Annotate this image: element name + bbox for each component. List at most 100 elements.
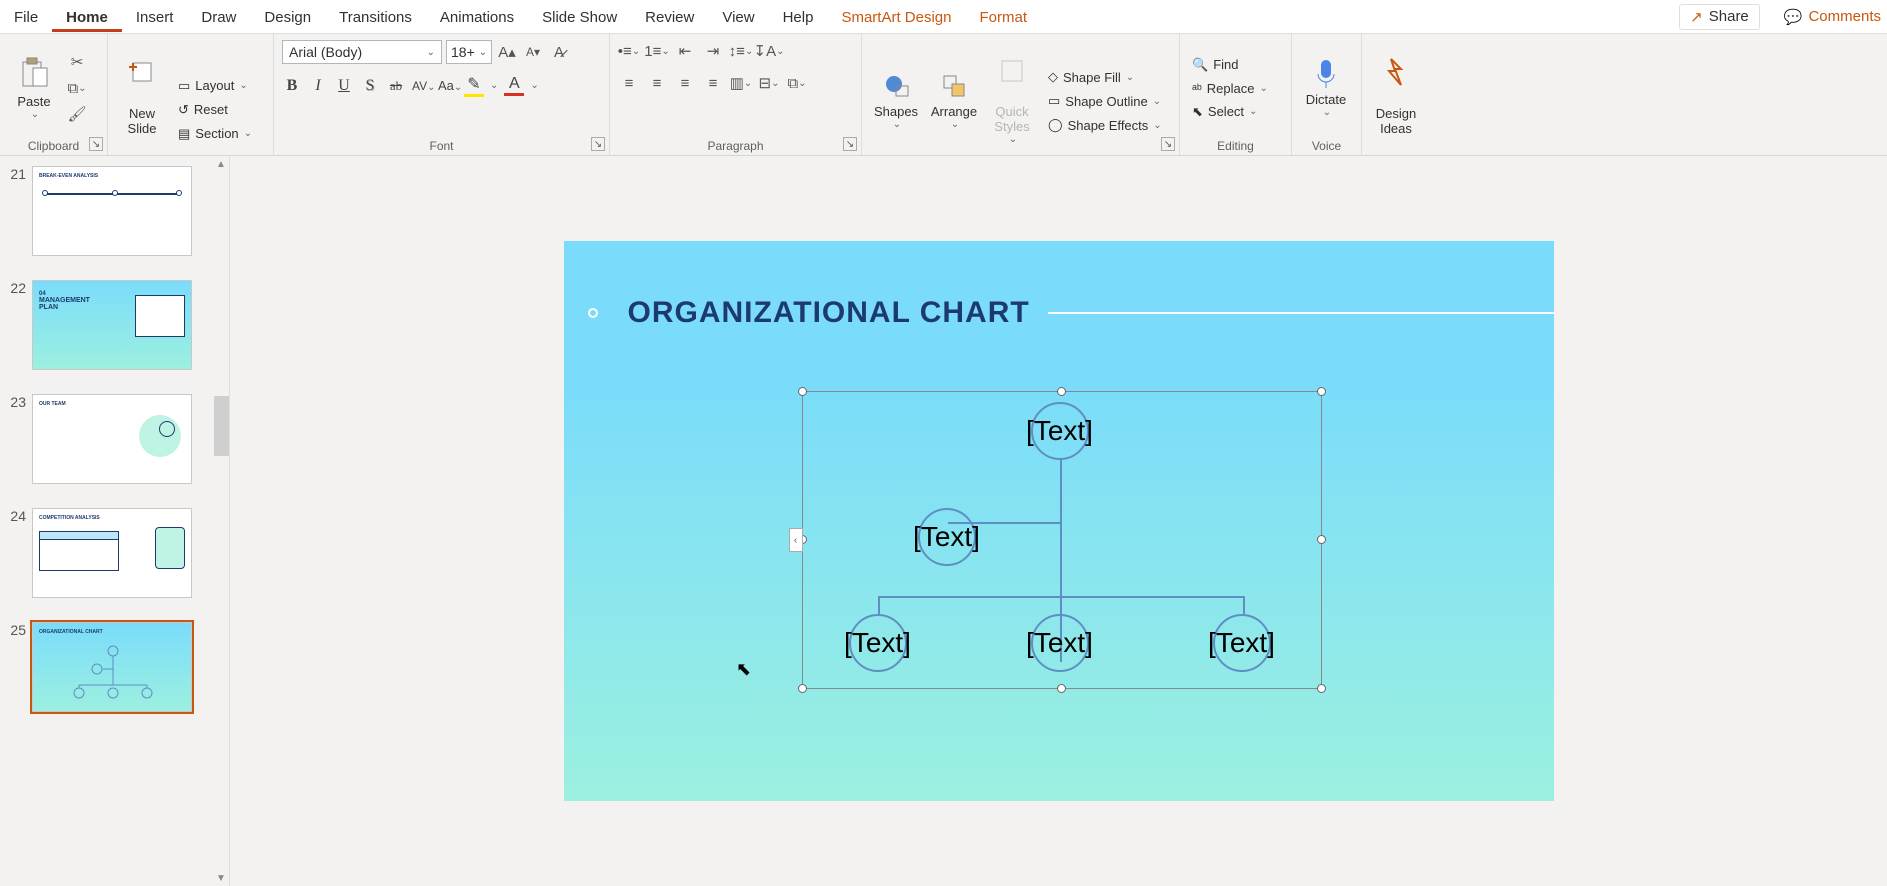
layout-button[interactable]: ▭Layout⌄ [174,76,256,96]
find-button[interactable]: 🔍Find [1188,55,1272,75]
paste-dropdown-icon[interactable]: ⌄ [10,109,60,120]
decrease-font-button[interactable]: A▾ [522,41,544,63]
increase-font-button[interactable]: A▴ [496,41,518,63]
highlight-color-button[interactable]: ✎ [464,74,484,97]
scroll-thumb[interactable] [214,396,229,456]
tab-insert[interactable]: Insert [122,2,188,32]
tab-bar: File Home Insert Draw Design Transitions… [0,0,1887,34]
increase-indent-button[interactable]: ⇥ [702,40,724,62]
arrange-button[interactable]: Arrange⌄ [928,70,980,132]
node-text[interactable]: [Text] [913,521,980,553]
text-direction-button[interactable]: ↧A⌄ [758,40,780,62]
bullets-button[interactable]: •≡⌄ [618,40,640,62]
thumbnail-23[interactable]: 23 OUR TEAM [4,394,229,484]
replace-button[interactable]: ᵃᵇReplace⌄ [1188,79,1272,98]
dictate-button[interactable]: Dictate⌄ [1300,56,1352,120]
reset-button[interactable]: ↺Reset [174,100,256,120]
tab-home[interactable]: Home [52,2,122,32]
char-spacing-button[interactable]: AV⌄ [412,77,432,95]
org-chart[interactable]: [Text] [Text] [Text] [Text] [Text] [803,392,1321,688]
columns-button[interactable]: ▥⌄ [730,72,752,94]
org-node-assistant[interactable]: [Text] [918,508,976,566]
align-center-button[interactable]: ≡ [646,72,668,94]
smartart-selection[interactable]: ‹ [Text] [Text] [Text] [Text] [Text] [802,391,1322,689]
bold-button[interactable]: B [282,77,302,95]
align-right-button[interactable]: ≡ [674,72,696,94]
align-text-button[interactable]: ⊟⌄ [758,72,780,94]
line-spacing-button[interactable]: ↕≡⌄ [730,40,752,62]
tab-animations[interactable]: Animations [426,2,528,32]
org-node-root[interactable]: [Text] [1031,402,1089,460]
thumbnail-22[interactable]: 22 04 MANAGEMENT PLAN [4,280,229,370]
node-text[interactable]: [Text] [1026,415,1093,447]
justify-button[interactable]: ≡ [702,72,724,94]
org-node-child-3[interactable]: [Text] [1213,614,1271,672]
shape-effects-button[interactable]: ◯Shape Effects⌄ [1044,115,1166,135]
shape-outline-label: Shape Outline [1065,94,1147,109]
design-ideas-button[interactable]: Design Ideas [1370,40,1422,153]
strikethrough-button[interactable]: ab [386,78,406,94]
drawing-dialog-launcher[interactable]: ↘ [1161,137,1175,151]
comments-button[interactable]: 💬 Comments [1774,5,1881,29]
thumbnail-21[interactable]: 21 BREAK-EVEN ANALYSIS [4,166,229,256]
tab-transitions[interactable]: Transitions [325,2,426,32]
chevron-down-icon[interactable]: ⌄ [530,80,538,91]
thumbnail-24[interactable]: 24 COMPETITION ANALYSIS [4,508,229,598]
share-button[interactable]: ↗ Share [1679,4,1760,30]
tab-format[interactable]: Format [966,2,1042,32]
shape-outline-button[interactable]: ▭Shape Outline⌄ [1044,91,1166,111]
node-text[interactable]: [Text] [1026,627,1093,659]
thumbnail-scrollbar[interactable]: ▲ ▼ [213,156,229,886]
text-pane-toggle[interactable]: ‹ [789,528,803,552]
paragraph-dialog-launcher[interactable]: ↘ [843,137,857,151]
line-spacing-icon: ↕≡ [729,43,745,60]
thumbnail-panel[interactable]: 21 BREAK-EVEN ANALYSIS 22 04 MANAGEMENT … [0,156,230,886]
clipboard-dialog-launcher[interactable]: ↘ [89,137,103,151]
node-text[interactable]: [Text] [844,627,911,659]
font-dialog-launcher[interactable]: ↘ [591,137,605,151]
tab-smartart-design[interactable]: SmartArt Design [827,2,965,32]
italic-button[interactable]: I [308,77,328,95]
cut-button[interactable]: ✂ [66,51,88,73]
numbering-button[interactable]: 1≡⌄ [646,40,668,62]
shape-fill-button[interactable]: ◇Shape Fill⌄ [1044,67,1166,87]
scroll-down-button[interactable]: ▼ [213,870,229,886]
clear-formatting-button[interactable]: A̷ [548,41,570,63]
slide[interactable]: ORGANIZATIONAL CHART ‹ [564,241,1554,801]
org-node-child-2[interactable]: [Text] [1031,614,1089,672]
shapes-button[interactable]: Shapes⌄ [870,70,922,132]
format-painter-button[interactable]: 🖌 [66,103,88,125]
section-button[interactable]: ▤Section⌄ [174,124,256,144]
underline-button[interactable]: U [334,77,354,95]
slide-canvas-area[interactable]: ORGANIZATIONAL CHART ‹ [230,156,1887,886]
convert-smartart-button[interactable]: ⧉⌄ [786,72,808,94]
decrease-indent-button[interactable]: ⇤ [674,40,696,62]
tab-view[interactable]: View [708,2,768,32]
paste-button[interactable]: Paste ⌄ [8,54,60,122]
shadow-button[interactable]: S [360,77,380,95]
slide-title[interactable]: ORGANIZATIONAL CHART [628,296,1030,330]
align-left-button[interactable]: ≡ [618,72,640,94]
org-node-child-1[interactable]: [Text] [849,614,907,672]
tab-draw[interactable]: Draw [187,2,250,32]
chevron-down-icon[interactable]: ⌄ [490,80,498,91]
tab-file[interactable]: File [0,2,52,32]
group-label-voice: Voice [1300,136,1353,155]
quick-styles-button[interactable]: Quick Styles⌄ [986,40,1038,162]
change-case-button[interactable]: Aa⌄ [438,77,458,95]
select-button[interactable]: ⬉Select⌄ [1188,102,1272,122]
font-name-selector[interactable]: Arial (Body)⌄ [282,40,442,64]
copy-button[interactable]: ⧉⌄ [66,77,88,99]
copy-dropdown-icon[interactable]: ⌄ [78,83,86,94]
node-text[interactable]: [Text] [1208,627,1275,659]
tab-review[interactable]: Review [631,2,708,32]
tab-help[interactable]: Help [769,2,828,32]
group-slides: New Slide ⌄ ▭Layout⌄ ↺Reset ▤Section⌄ Sl… [108,34,274,155]
scroll-up-button[interactable]: ▲ [213,156,229,172]
tab-slideshow[interactable]: Slide Show [528,2,631,32]
thumbnail-number: 24 [4,508,26,598]
font-size-selector[interactable]: 18+⌄ [446,40,492,64]
font-color-button[interactable]: A [504,75,524,96]
tab-design[interactable]: Design [250,2,325,32]
thumbnail-25[interactable]: 25 ORGANIZATIONAL CHART [4,622,229,712]
